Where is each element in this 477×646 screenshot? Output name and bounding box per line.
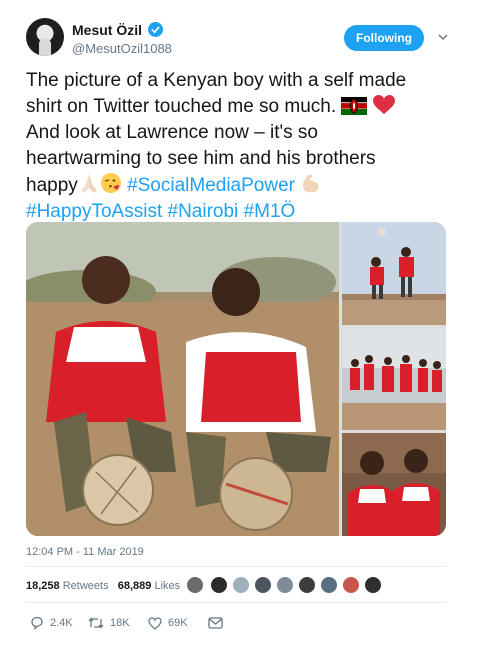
tweet-line-1: The picture of a Kenyan boy with a self … (26, 70, 407, 91)
media-photo-main[interactable] (26, 222, 339, 536)
liker-avatar[interactable] (276, 576, 294, 594)
tweet-text: The picture of a Kenyan boy with a self … (26, 68, 456, 225)
media-photo-kicking[interactable] (342, 222, 446, 325)
direct-message-action[interactable] (208, 614, 223, 632)
kenya-flag-icon (341, 97, 368, 115)
hashtag-socialmediapower[interactable]: #SocialMediaPower (127, 175, 295, 196)
liker-avatar[interactable] (298, 576, 316, 594)
retweet-action[interactable]: 18K (88, 614, 130, 632)
likes-count: 68,889 (117, 580, 152, 592)
retweets-count: 18,258 (26, 580, 60, 592)
like-count: 69K (168, 617, 188, 629)
profile-avatar[interactable] (26, 18, 64, 56)
like-action[interactable]: 69K (148, 614, 188, 632)
divider-bottom (26, 602, 446, 603)
hashtag-happytoassist[interactable]: #HappyToAssist (26, 201, 162, 222)
tweet-actions: 2.4K 18K 69K (26, 614, 326, 634)
retweet-icon (88, 617, 104, 629)
engagement-stats: 18,258 Retweets 68,889 Likes (26, 580, 180, 592)
media-photo-two-boys[interactable] (342, 433, 446, 536)
folded-hands-icon (80, 174, 97, 193)
reply-action[interactable]: 2.4K (30, 614, 73, 632)
liker-avatar[interactable] (232, 576, 250, 594)
face-blowing-kiss-icon (100, 173, 121, 193)
chevron-down-icon[interactable] (437, 31, 449, 43)
reply-count: 2.4K (50, 617, 73, 629)
liker-avatar[interactable] (320, 576, 338, 594)
tweet-line-4: heartwarming to see him and his brothers (26, 148, 376, 169)
hashtag-nairobi[interactable]: #Nairobi (168, 201, 239, 222)
liker-avatar[interactable] (364, 576, 382, 594)
liker-avatar[interactable] (342, 576, 360, 594)
retweets-stat[interactable]: 18,258 Retweets (26, 580, 109, 592)
liker-avatar[interactable] (210, 576, 228, 594)
tweet-header: Mesut Özil @MesutOzil1088 Following (26, 18, 456, 62)
tweet-media-grid (26, 222, 446, 536)
likes-stat[interactable]: 68,889 Likes (118, 580, 180, 592)
tweet-line-2: shirt on Twitter touched me so much. (26, 96, 337, 117)
flexed-biceps-icon (303, 174, 320, 193)
following-button[interactable]: Following (344, 25, 424, 51)
retweets-label: Retweets (62, 580, 109, 592)
tweet-timestamp[interactable]: 12:04 PM - 11 Mar 2019 (26, 546, 144, 558)
user-handle[interactable]: @MesutOzil1088 (72, 41, 172, 56)
envelope-icon (208, 617, 223, 629)
liker-avatar[interactable] (186, 576, 204, 594)
liker-avatar[interactable] (254, 576, 272, 594)
heart-icon (148, 616, 162, 630)
display-name[interactable]: Mesut Özil (72, 22, 142, 38)
media-photo-group[interactable] (342, 328, 446, 430)
verified-badge-icon (148, 22, 163, 37)
reply-icon (31, 616, 43, 630)
tweet-line-3: And look at Lawrence now – it's so (26, 122, 318, 143)
red-heart-icon (372, 95, 395, 114)
hashtag-m10[interactable]: #M1Ö (244, 201, 296, 222)
retweet-count: 18K (110, 617, 130, 629)
tweet-line-5: happy (26, 175, 78, 196)
divider-top (26, 566, 446, 567)
likes-label: Likes (154, 580, 181, 592)
